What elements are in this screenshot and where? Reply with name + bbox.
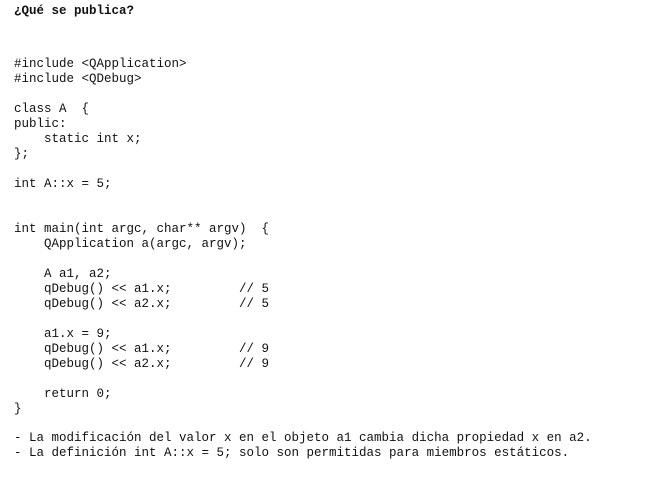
code-line: a1.x = 9; (14, 327, 112, 341)
code-line: } (14, 402, 22, 416)
document: ¿Qué se publica? #include <QApplication>… (14, 4, 640, 461)
note-item: - La modificación del valor x en el obje… (14, 431, 592, 445)
code-line: return 0; (14, 387, 112, 401)
code-line: qDebug() << a2.x; // 5 (14, 297, 270, 311)
code-line: static int x; (14, 132, 142, 146)
code-line: qDebug() << a2.x; // 9 (14, 357, 270, 371)
code-line: class A { (14, 102, 90, 116)
code-line: qDebug() << a1.x; // 9 (14, 342, 270, 356)
code-line: QApplication a(argc, argv); (14, 237, 247, 251)
code-line: public: (14, 117, 67, 131)
notes-list: - La modificación del valor x en el obje… (14, 431, 640, 461)
code-block: #include <QApplication> #include <QDebug… (14, 57, 640, 417)
code-line: }; (14, 147, 30, 161)
code-line: A a1, a2; (14, 267, 112, 281)
code-line: #include <QApplication> (14, 57, 187, 71)
code-line: int main(int argc, char** argv) { (14, 222, 270, 236)
note-item: - La definición int A::x = 5; solo son p… (14, 446, 570, 460)
code-line: int A::x = 5; (14, 177, 112, 191)
code-line: #include <QDebug> (14, 72, 142, 86)
code-line: qDebug() << a1.x; // 5 (14, 282, 270, 296)
page-title: ¿Qué se publica? (14, 4, 135, 18)
